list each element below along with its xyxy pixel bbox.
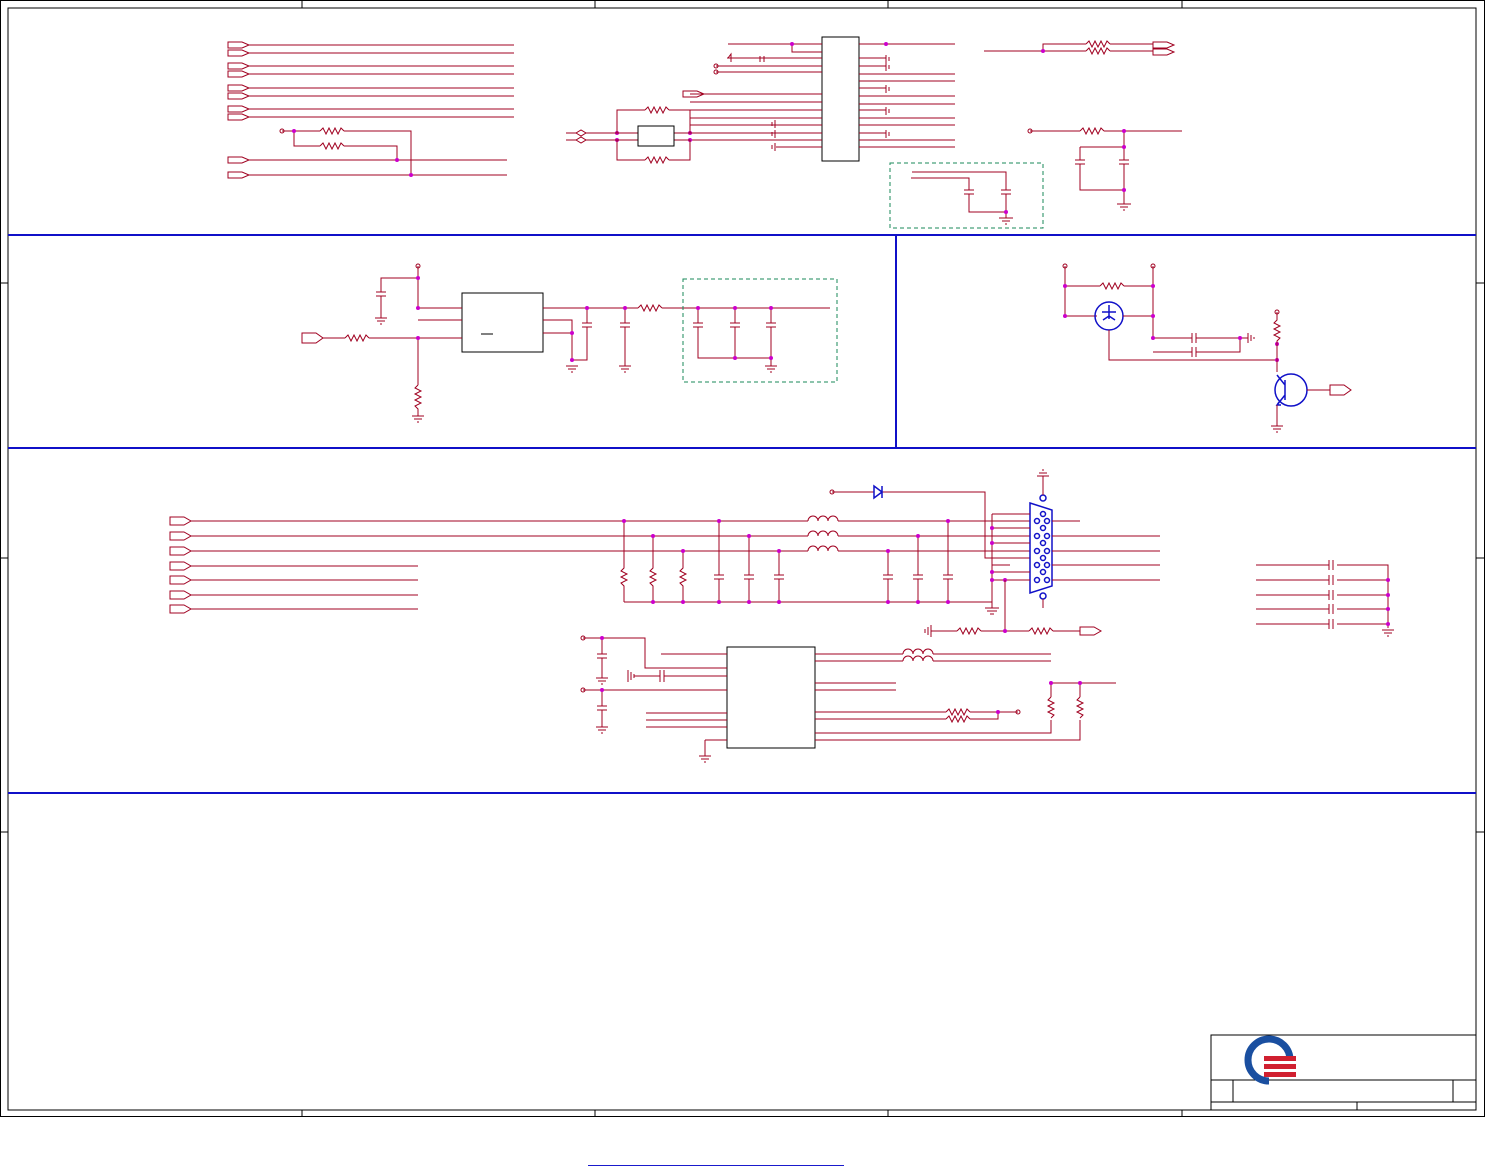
section-top-interfaces: [227, 36, 1182, 229]
center-ic: [566, 36, 955, 165]
vga-db15-connector: [990, 469, 1160, 608]
sheet-frame: [0, 0, 1485, 1117]
section-power-switch: [1062, 263, 1352, 433]
keepout-box-top: [889, 162, 1044, 229]
section-power-regulator: [301, 263, 838, 423]
offpage-connectors-left: [227, 41, 514, 179]
top-right-circuit: [984, 39, 1182, 211]
section-dividers: [8, 234, 1476, 794]
quanta-logo: [1244, 1035, 1296, 1085]
keepout-box-regulator: [682, 278, 838, 383]
vga-buffer-ic: [580, 635, 1116, 763]
section-vga-output: [169, 469, 1394, 763]
schematic-sheet: [0, 0, 1485, 1117]
junctions-left: [292, 129, 413, 177]
title-block: [1210, 1034, 1477, 1111]
footer-link[interactable]: [588, 1165, 844, 1166]
